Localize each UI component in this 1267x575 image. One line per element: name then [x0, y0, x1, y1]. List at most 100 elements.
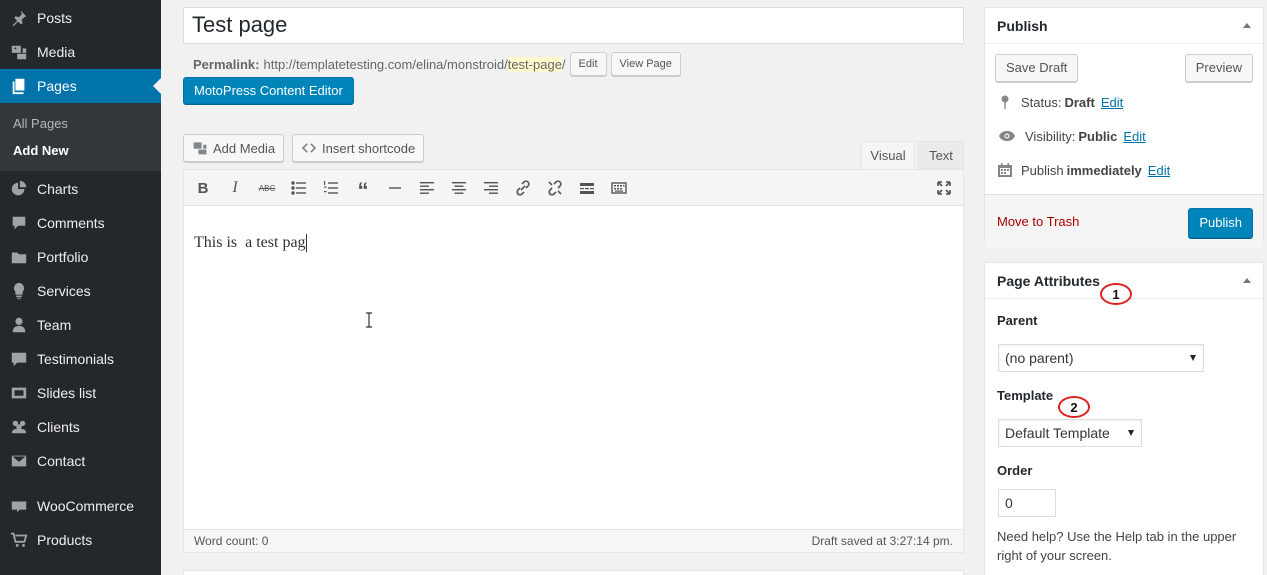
- content-editor: B I ABC “ This is a test pag Word count:…: [183, 169, 964, 553]
- visibility-row: Visibility: Public Edit: [997, 128, 1146, 144]
- save-draft-button[interactable]: Save Draft: [995, 54, 1079, 82]
- sidebar-item-charts[interactable]: Charts: [0, 172, 161, 206]
- submenu-add-new[interactable]: Add New: [13, 143, 69, 158]
- publish-time-value: immediately: [1066, 162, 1142, 178]
- calendar-icon: [998, 163, 1012, 177]
- sidebar-item-label: Team: [37, 317, 72, 333]
- tab-text[interactable]: Text: [918, 141, 964, 169]
- sidebar-item-label: Contact: [37, 453, 86, 469]
- pages-icon: [9, 76, 29, 96]
- pin-icon: [1001, 95, 1009, 109]
- sidebar-item-pages[interactable]: Pages: [0, 69, 161, 103]
- motopress-editor-button[interactable]: MotoPress Content Editor: [183, 77, 354, 104]
- submenu-all-pages[interactable]: All Pages: [13, 116, 68, 131]
- add-media-button[interactable]: Add Media: [183, 134, 285, 162]
- sidebar-item-label: Clients: [37, 419, 80, 435]
- insert-shortcode-button[interactable]: Insert shortcode: [292, 134, 425, 162]
- sidebar-item-contact[interactable]: Contact: [0, 444, 161, 478]
- status-edit-link[interactable]: Edit: [1101, 95, 1123, 110]
- pages-submenu: All Pages Add New: [0, 103, 161, 171]
- sidebar-item-label: Testimonials: [37, 351, 115, 367]
- bullet-list-icon[interactable]: [288, 178, 310, 198]
- text-caret: [305, 234, 307, 253]
- parent-select-value: (no parent): [1005, 350, 1074, 366]
- status-label: Status:: [1021, 94, 1062, 110]
- permalink-label: Permalink:: [193, 56, 260, 72]
- fullscreen-icon[interactable]: [933, 178, 955, 198]
- annotation-marker-1: 1: [1100, 283, 1132, 305]
- comment-icon: [9, 213, 29, 233]
- sidebar-item-slides-list[interactable]: Slides list: [0, 376, 161, 410]
- editor-text: This is a test pag: [194, 234, 306, 251]
- publish-actions: Move to Trash Publish: [985, 194, 1263, 248]
- template-select-value: Default Template: [1005, 425, 1110, 441]
- sidebar-item-comments[interactable]: Comments: [0, 206, 161, 240]
- pie-chart-icon: [9, 179, 29, 199]
- collapse-arrow-icon[interactable]: [1243, 23, 1251, 28]
- visibility-edit-link[interactable]: Edit: [1123, 129, 1145, 144]
- sidebar-item-products[interactable]: Products: [0, 523, 161, 557]
- bold-icon[interactable]: B: [192, 178, 214, 198]
- align-right-icon[interactable]: [480, 178, 502, 198]
- page-title-input[interactable]: Test page: [183, 7, 964, 44]
- toolbar-toggle-icon[interactable]: [608, 178, 630, 198]
- remove-link-icon[interactable]: [544, 178, 566, 198]
- add-media-label: Add Media: [213, 140, 276, 156]
- tab-visual[interactable]: Visual: [861, 141, 915, 169]
- status-row: Status: Draft Edit: [997, 94, 1123, 110]
- permalink-tail: /: [561, 56, 566, 72]
- sidebar-item-posts[interactable]: Posts: [0, 1, 161, 35]
- sidebar-item-media[interactable]: Media: [0, 35, 161, 69]
- add-media-icon: [193, 142, 207, 155]
- sidebar-item-label: Media: [37, 44, 76, 60]
- visibility-label: Visibility:: [1025, 128, 1076, 144]
- sidebar-item-label: Posts: [37, 10, 73, 26]
- word-count: Word count: 0: [194, 534, 269, 548]
- insert-shortcode-label: Insert shortcode: [322, 140, 416, 156]
- status-value: Draft: [1064, 94, 1095, 110]
- preview-button[interactable]: Preview: [1184, 54, 1253, 82]
- order-label: Order: [997, 463, 1033, 478]
- groups-icon: [9, 417, 29, 437]
- publish-box-header[interactable]: Publish: [985, 8, 1263, 44]
- draft-saved-status: Draft saved at 3:27:14 pm.: [811, 534, 953, 548]
- lightbulb-icon: [9, 281, 29, 301]
- sidebar-item-label: WooCommerce: [37, 498, 134, 514]
- publish-button[interactable]: Publish: [1188, 208, 1253, 238]
- view-page-button[interactable]: View Page: [610, 52, 681, 76]
- align-center-icon[interactable]: [448, 178, 470, 198]
- publish-time-edit-link[interactable]: Edit: [1148, 163, 1170, 178]
- move-to-trash-link[interactable]: Move to Trash: [997, 214, 1079, 229]
- parent-label: Parent: [997, 313, 1038, 328]
- align-left-icon[interactable]: [416, 178, 438, 198]
- sidebar-item-portfolio[interactable]: Portfolio: [0, 240, 161, 274]
- collapse-arrow-icon[interactable]: [1243, 278, 1251, 283]
- publish-time-label: Publish: [1021, 162, 1064, 178]
- dropdown-arrow-icon: [1190, 355, 1196, 361]
- horizontal-line-icon[interactable]: [384, 178, 406, 198]
- sidebar-item-team[interactable]: Team: [0, 308, 161, 342]
- italic-icon[interactable]: I: [224, 178, 246, 198]
- parent-select[interactable]: (no parent): [998, 344, 1204, 372]
- order-input[interactable]: 0: [998, 489, 1056, 517]
- visibility-value: Public: [1078, 128, 1118, 144]
- admin-sidebar: Posts Media Pages All Pages Add New Char…: [0, 0, 161, 575]
- blockquote-icon[interactable]: “: [352, 178, 374, 202]
- email-icon: [9, 451, 29, 471]
- numbered-list-icon[interactable]: [320, 178, 342, 198]
- next-metabox: [183, 570, 964, 575]
- sidebar-item-testimonials[interactable]: Testimonials: [0, 342, 161, 376]
- sidebar-item-clients[interactable]: Clients: [0, 410, 161, 444]
- insert-link-icon[interactable]: [512, 178, 534, 198]
- permalink-edit-button[interactable]: Edit: [569, 52, 607, 76]
- editor-content-area[interactable]: This is a test pag: [194, 234, 307, 253]
- sidebar-item-woocommerce[interactable]: WooCommerce: [0, 489, 161, 523]
- template-select[interactable]: Default Template: [998, 419, 1142, 447]
- dropdown-arrow-icon: [1128, 430, 1134, 436]
- sidebar-item-services[interactable]: Services: [0, 274, 161, 308]
- permalink-slug[interactable]: test-page: [507, 56, 562, 72]
- publish-box-title: Publish: [997, 17, 1048, 34]
- sidebar-item-label: Products: [37, 532, 93, 548]
- strikethrough-icon[interactable]: ABC: [256, 178, 278, 198]
- read-more-icon[interactable]: [576, 178, 598, 198]
